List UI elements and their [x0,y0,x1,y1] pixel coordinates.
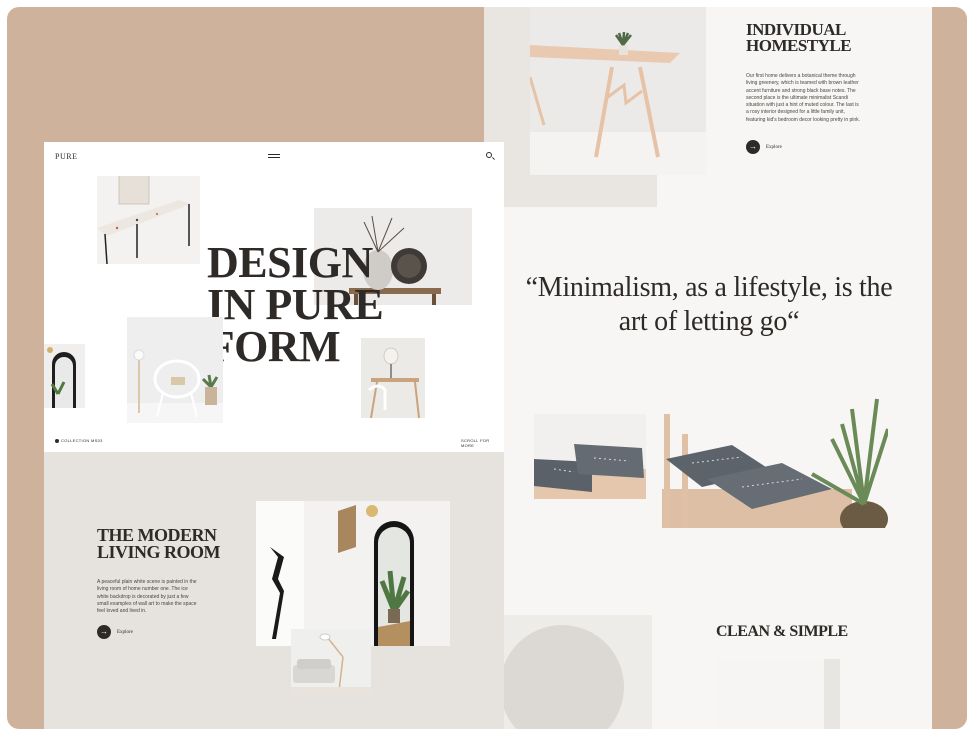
brand-logo[interactable]: PURE [55,152,77,161]
clean-photo-wall [716,659,824,729]
arrow-right-icon: → [746,140,760,154]
scroll-for-more-link[interactable]: SCROLL FOR MORE [461,438,504,448]
cushion-photo-small [534,414,646,499]
console-illustration [97,176,191,264]
living-room-photo [256,501,450,646]
right-page: INDIVIDUAL HOMESTYLE Our first home deli… [484,7,932,729]
lamp-desk-photo [361,338,425,418]
sofa-photo [291,629,371,695]
cushion-illustration [534,444,646,499]
modern-section: THE MODERN LIVING ROOM A peaceful plain … [44,452,504,729]
hamburger-icon[interactable] [268,154,280,158]
console-photo [97,176,200,264]
modern-explore-label: Explore [117,629,133,635]
arrow-right-icon: → [97,625,111,639]
arch-mirror-photo [44,344,85,408]
search-icon[interactable] [486,152,492,158]
arch-mirror-illustration [47,347,76,408]
individual-title-line-2: HOMESTYLE [746,36,852,56]
hero-title-line-2: IN PURE [207,279,384,329]
bullet-dot-icon [55,438,59,443]
desk-photo [530,7,706,175]
collection-text: COLLECTION MS03 [61,438,103,443]
clean-title: CLEAN & SIMPLE [716,623,848,640]
sofa-illustration [291,633,371,695]
individual-explore-label: Explore [766,144,782,150]
modern-title: THE MODERN LIVING ROOM [97,526,221,563]
lamp-desk-illustration [368,347,420,418]
cushion-photo-large [652,379,888,528]
modern-title-line-2: LIVING ROOM [97,542,221,563]
individual-title: INDIVIDUAL HOMESTYLE [746,21,852,56]
arch-illustration [504,625,624,729]
arch-photo [504,615,652,729]
hero-title-line-1: DESIGN [207,238,373,287]
clean-photo [716,659,840,729]
hero-title-line-3: FORM [207,321,341,371]
quote-text: “Minimalism, as a lifestyle, is the art … [525,272,893,337]
living-room-illustration [256,501,414,646]
modern-body: A peaceful plain white scene is painted … [97,579,197,614]
individual-explore-button[interactable]: → Explore [746,140,782,154]
collection-label: COLLECTION MS03 [55,438,103,443]
individual-body: Our first home delivers a botanical them… [746,73,861,123]
hero-title: DESIGN IN PURE FORM [207,238,384,371]
modern-explore-button[interactable]: → Explore [97,625,133,639]
cushion-plant-illustration [662,398,888,528]
mockup-frame: INDIVIDUAL HOMESTYLE Our first home deli… [7,7,967,729]
desk-illustration [530,31,706,175]
hero-section: PURE DESIGN IN PURE FORM COLLECTION MS03… [44,142,504,452]
chair-illustration [127,349,223,423]
chair-photo [127,317,223,423]
